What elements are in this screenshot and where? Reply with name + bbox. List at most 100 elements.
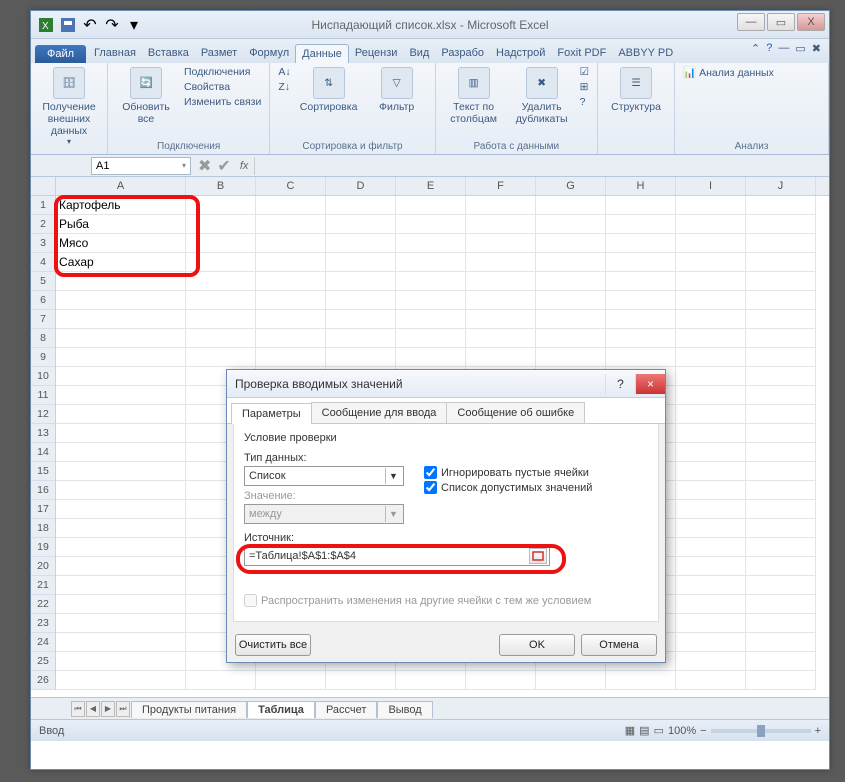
save-icon[interactable]	[59, 16, 77, 34]
cell[interactable]	[676, 196, 746, 215]
cell[interactable]	[326, 253, 396, 272]
cell[interactable]	[56, 405, 186, 424]
row-header[interactable]: 14	[31, 443, 55, 462]
cell[interactable]	[186, 234, 256, 253]
cell[interactable]	[606, 234, 676, 253]
cell[interactable]	[676, 633, 746, 652]
cell[interactable]	[56, 614, 186, 633]
cell[interactable]	[676, 500, 746, 519]
cell[interactable]	[536, 272, 606, 291]
sheet-nav-prev-icon[interactable]: ◀	[86, 701, 100, 717]
cell[interactable]	[326, 671, 396, 690]
row-header[interactable]: 2	[31, 215, 55, 234]
cell[interactable]	[466, 291, 536, 310]
cell[interactable]	[606, 310, 676, 329]
cell[interactable]	[256, 671, 326, 690]
row-headers[interactable]: 1234567891011121314151617181920212223242…	[31, 196, 56, 690]
ribbon-tab-вид[interactable]: Вид	[403, 44, 435, 63]
cell[interactable]	[396, 253, 466, 272]
cell[interactable]	[676, 538, 746, 557]
cell[interactable]	[466, 310, 536, 329]
cell[interactable]	[746, 405, 816, 424]
connections-button[interactable]: Подключения	[182, 65, 263, 79]
edit-links-button[interactable]: Изменить связи	[182, 95, 263, 109]
row-header[interactable]: 8	[31, 329, 55, 348]
cell[interactable]	[186, 348, 256, 367]
cell[interactable]	[186, 272, 256, 291]
sheet-tab[interactable]: Таблица	[247, 701, 315, 718]
cell[interactable]: Мясо	[56, 234, 186, 253]
cell[interactable]	[56, 481, 186, 500]
formula-input[interactable]	[254, 157, 829, 175]
cell[interactable]	[746, 234, 816, 253]
cell[interactable]	[466, 234, 536, 253]
sheet-nav-first-icon[interactable]: ⏮	[71, 701, 85, 717]
undo-icon[interactable]: ↶	[81, 16, 99, 34]
cell[interactable]	[186, 196, 256, 215]
cell[interactable]	[746, 595, 816, 614]
cell[interactable]	[536, 671, 606, 690]
cell[interactable]	[396, 215, 466, 234]
row-header[interactable]: 11	[31, 386, 55, 405]
cell[interactable]	[676, 367, 746, 386]
dialog-tab[interactable]: Параметры	[231, 403, 312, 424]
cell[interactable]	[466, 329, 536, 348]
row-header[interactable]: 4	[31, 253, 55, 272]
row-header[interactable]: 19	[31, 538, 55, 557]
filter-button[interactable]: ▽ Фильтр	[365, 65, 429, 115]
cell[interactable]	[746, 557, 816, 576]
cell[interactable]	[606, 215, 676, 234]
get-external-data-button[interactable]: 🗄 Получение внешних данных ▾	[37, 65, 101, 148]
cell[interactable]	[746, 310, 816, 329]
col-header[interactable]: I	[676, 177, 746, 195]
cell[interactable]	[56, 386, 186, 405]
row-header[interactable]: 21	[31, 576, 55, 595]
view-break-icon[interactable]: ▭	[654, 724, 664, 737]
cell[interactable]	[676, 519, 746, 538]
cell[interactable]	[746, 348, 816, 367]
in-cell-dropdown-checkbox[interactable]: Список допустимых значений	[424, 481, 592, 494]
cell[interactable]: Сахар	[56, 253, 186, 272]
whatif-button[interactable]: ?	[578, 95, 591, 109]
cell[interactable]	[536, 329, 606, 348]
cell[interactable]	[676, 652, 746, 671]
zoom-in-button[interactable]: +	[815, 725, 821, 737]
ribbon-tab-данные[interactable]: Данные	[295, 44, 349, 63]
column-headers[interactable]: ABCDEFGHIJ	[56, 177, 829, 196]
doc-close-icon[interactable]: ✖	[812, 42, 821, 55]
cell[interactable]	[326, 196, 396, 215]
cell[interactable]	[186, 291, 256, 310]
cell[interactable]	[256, 253, 326, 272]
cell[interactable]	[676, 386, 746, 405]
cell[interactable]	[56, 576, 186, 595]
cell[interactable]	[676, 348, 746, 367]
cell[interactable]	[676, 481, 746, 500]
row-header[interactable]: 12	[31, 405, 55, 424]
cell[interactable]: Рыба	[56, 215, 186, 234]
cell[interactable]	[186, 329, 256, 348]
cell[interactable]	[746, 500, 816, 519]
cell[interactable]	[256, 272, 326, 291]
cell[interactable]	[676, 443, 746, 462]
range-picker-icon[interactable]	[529, 548, 547, 564]
row-header[interactable]: 24	[31, 633, 55, 652]
cell[interactable]: Картофель	[56, 196, 186, 215]
data-analysis-button[interactable]: 📊 Анализ данных	[681, 65, 776, 80]
sheet-tab[interactable]: Продукты питания	[131, 701, 247, 718]
cell[interactable]	[56, 595, 186, 614]
cell[interactable]	[256, 348, 326, 367]
cell[interactable]	[256, 291, 326, 310]
cell[interactable]	[536, 348, 606, 367]
col-header[interactable]: A	[56, 177, 186, 195]
ignore-blank-checkbox[interactable]: Игнорировать пустые ячейки	[424, 466, 592, 479]
cell[interactable]	[256, 329, 326, 348]
dialog-tab[interactable]: Сообщение для ввода	[311, 402, 448, 423]
fx-icon[interactable]: fx	[240, 160, 249, 172]
cell[interactable]	[396, 348, 466, 367]
row-header[interactable]: 5	[31, 272, 55, 291]
cell[interactable]	[256, 234, 326, 253]
cell[interactable]	[56, 291, 186, 310]
zoom-slider[interactable]	[711, 729, 811, 733]
row-header[interactable]: 1	[31, 196, 55, 215]
cell[interactable]	[676, 215, 746, 234]
